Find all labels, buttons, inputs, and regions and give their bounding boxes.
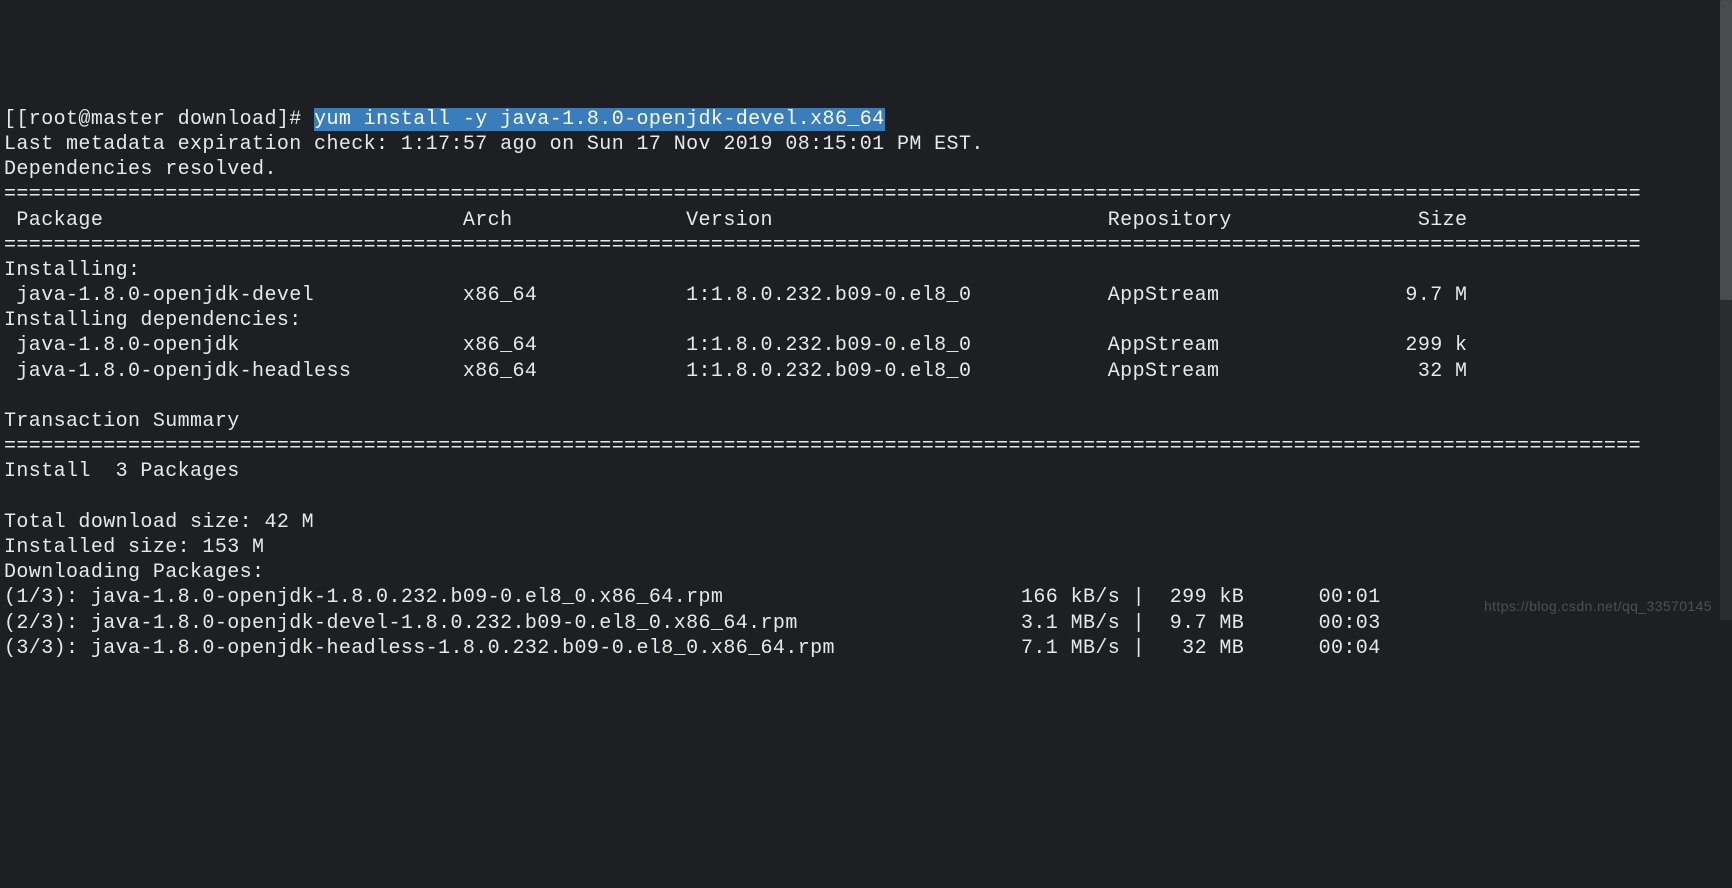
install-count: Install 3 Packages [4,459,1724,484]
download-row: (2/3): java-1.8.0-openjdk-devel-1.8.0.23… [4,611,1724,636]
transaction-summary: Transaction Summary [4,409,1724,434]
download-row: (1/3): java-1.8.0-openjdk-1.8.0.232.b09-… [4,585,1724,610]
blank-line [4,485,1724,510]
divider-line: ========================================… [4,182,1724,207]
command-text: yum install -y java-1.8.0-openjdk-devel.… [314,108,885,131]
scrollbar-track[interactable] [1720,0,1732,620]
section-installing-deps: Installing dependencies: [4,308,1724,333]
metadata-line: Last metadata expiration check: 1:17:57 … [4,132,1724,157]
divider-line: ========================================… [4,233,1724,258]
deps-resolved-line: Dependencies resolved. [4,157,1724,182]
total-download-size: Total download size: 42 M [4,510,1724,535]
divider-line: ========================================… [4,434,1724,459]
blank-line [4,384,1724,409]
package-row: java-1.8.0-openjdk x86_64 1:1.8.0.232.b0… [4,333,1724,358]
scrollbar-thumb[interactable] [1720,0,1732,300]
watermark-text: https://blog.csdn.net/qq_33570145 [1484,598,1712,616]
installed-size: Installed size: 153 M [4,535,1724,560]
table-header: Package Arch Version Repository Size [4,208,1724,233]
download-row: (3/3): java-1.8.0-openjdk-headless-1.8.0… [4,636,1724,661]
package-row: java-1.8.0-openjdk-headless x86_64 1:1.8… [4,359,1724,384]
section-installing: Installing: [4,258,1724,283]
package-row: java-1.8.0-openjdk-devel x86_64 1:1.8.0.… [4,283,1724,308]
downloading-packages: Downloading Packages: [4,560,1724,585]
terminal-output[interactable]: [[root@master download]# yum install -y … [4,107,1724,661]
shell-prompt: [[root@master download]# [4,108,314,131]
